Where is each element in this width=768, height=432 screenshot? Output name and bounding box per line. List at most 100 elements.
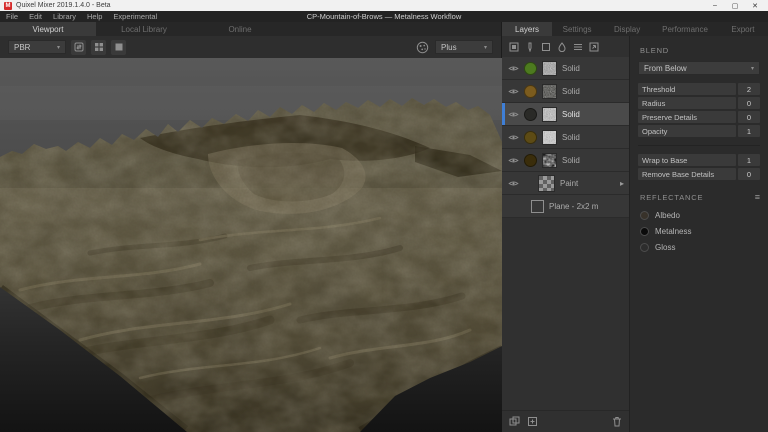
add-adjustment-layer-icon[interactable] <box>572 41 584 53</box>
tab-display[interactable]: Display <box>602 22 652 36</box>
layer-row[interactable]: Solid <box>502 149 629 172</box>
hamburger-icon[interactable]: ≡ <box>755 192 760 202</box>
app-logo-icon: M <box>4 2 12 10</box>
preserve-details-value[interactable]: 0 <box>738 111 760 123</box>
layer-color-swatch[interactable] <box>524 108 537 121</box>
tab-local-library[interactable]: Local Library <box>96 22 192 36</box>
layer-color-swatch[interactable] <box>524 131 537 144</box>
close-button[interactable]: ✕ <box>746 1 764 11</box>
channel-gloss[interactable]: Gloss <box>640 240 760 254</box>
layer-name: Solid <box>562 156 580 165</box>
channel-metalness[interactable]: Metalness <box>640 224 760 238</box>
mesh-plane-icon <box>531 200 544 213</box>
reflectance-section-header: REFLECTANCE ≡ <box>640 192 760 202</box>
radius-field: Radius 0 <box>638 97 760 109</box>
layers-panel: Solid Solid <box>502 36 630 432</box>
swap-view-button[interactable] <box>71 40 86 55</box>
layer-list-empty-area <box>502 218 629 410</box>
tab-online[interactable]: Online <box>192 22 288 36</box>
eye-icon[interactable] <box>507 180 519 187</box>
import-layer-icon[interactable] <box>588 41 600 53</box>
layer-row-selected[interactable]: Solid <box>502 103 629 126</box>
opacity-slider[interactable]: Opacity <box>638 125 736 137</box>
wrap-to-base-slider[interactable]: Wrap to Base <box>638 154 736 166</box>
window-title: Quixel Mixer 2019.1.4.0 - Beta <box>16 2 111 9</box>
threshold-field: Threshold 2 <box>638 83 760 95</box>
add-liquid-layer-icon[interactable] <box>556 41 568 53</box>
shading-mode-select[interactable]: PBR ▾ <box>8 40 66 54</box>
channel-albedo[interactable]: Albedo <box>640 208 760 222</box>
blend-section-header: BLEND <box>640 46 760 55</box>
eye-icon[interactable] <box>507 65 519 72</box>
albedo-swatch <box>640 211 649 220</box>
wrap-to-base-field: Wrap to Base 1 <box>638 154 760 166</box>
chevron-right-icon[interactable]: ▸ <box>620 179 624 188</box>
panel-tabbar: Layers Settings Display Performance Expo… <box>502 22 768 36</box>
add-paint-layer-icon[interactable] <box>524 41 536 53</box>
menu-file[interactable]: File <box>6 12 18 21</box>
new-group-icon[interactable] <box>508 416 520 428</box>
duplicate-layer-icon[interactable] <box>526 416 538 428</box>
layer-thumbnail <box>542 61 557 76</box>
threshold-value[interactable]: 2 <box>738 83 760 95</box>
eye-icon[interactable] <box>507 134 519 141</box>
minimize-button[interactable]: – <box>706 1 724 11</box>
add-surface-layer-icon[interactable] <box>508 41 520 53</box>
layer-row[interactable]: Solid <box>502 80 629 103</box>
radius-slider[interactable]: Radius <box>638 97 736 109</box>
opacity-value[interactable]: 1 <box>738 125 760 137</box>
tab-layers[interactable]: Layers <box>502 22 552 36</box>
tab-performance[interactable]: Performance <box>652 22 718 36</box>
chevron-down-icon: ▾ <box>751 65 754 72</box>
menu-experimental[interactable]: Experimental <box>113 12 157 21</box>
eye-icon[interactable] <box>507 111 519 118</box>
layer-name: Solid <box>562 87 580 96</box>
layer-name: Solid <box>562 64 580 73</box>
layer-row-mesh[interactable]: Plane - 2x2 m <box>502 195 629 218</box>
environment-select[interactable]: Plus ▾ <box>435 40 493 54</box>
threshold-slider[interactable]: Threshold <box>638 83 736 95</box>
maximize-button[interactable]: ▢ <box>726 1 744 11</box>
radius-value[interactable]: 0 <box>738 97 760 109</box>
layer-name: Paint <box>560 179 578 188</box>
viewport-toolbar: PBR ▾ Plus ▾ <box>0 36 501 58</box>
layer-row[interactable]: Solid <box>502 126 629 149</box>
layer-thumbnail <box>542 153 557 168</box>
paint-layer-thumbnail <box>538 175 555 192</box>
metalness-swatch <box>640 227 649 236</box>
remove-base-details-field: Remove Base Details 0 <box>638 168 760 180</box>
remove-base-details-slider[interactable]: Remove Base Details <box>638 168 736 180</box>
wrap-to-base-value[interactable]: 1 <box>738 154 760 166</box>
environment-sphere-icon[interactable] <box>415 40 430 55</box>
split-view-button[interactable] <box>91 40 106 55</box>
single-view-button[interactable] <box>111 40 126 55</box>
remove-base-details-value[interactable]: 0 <box>738 168 760 180</box>
viewport-tabbar: Viewport Local Library Online <box>0 22 501 36</box>
tab-viewport[interactable]: Viewport <box>0 22 96 36</box>
quixel-mixer-window: M Quixel Mixer 2019.1.4.0 - Beta – ▢ ✕ C… <box>0 0 768 432</box>
blend-mode-select[interactable]: From Below ▾ <box>638 61 760 75</box>
menu-library[interactable]: Library <box>53 12 76 21</box>
layer-color-swatch[interactable] <box>524 154 537 167</box>
viewport-3d[interactable] <box>0 58 501 432</box>
opacity-field: Opacity 1 <box>638 125 760 137</box>
layer-row[interactable]: Solid <box>502 57 629 80</box>
eye-icon[interactable] <box>507 88 519 95</box>
menu-help[interactable]: Help <box>87 12 102 21</box>
preserve-details-slider[interactable]: Preserve Details <box>638 111 736 123</box>
section-divider <box>638 145 760 146</box>
layer-color-swatch[interactable] <box>524 62 537 75</box>
titlebar: M Quixel Mixer 2019.1.4.0 - Beta – ▢ ✕ <box>0 0 768 11</box>
menubar: CP-Mountain-of-Brows — Metalness Workflo… <box>0 11 768 22</box>
layer-color-swatch[interactable] <box>524 85 537 98</box>
layer-row-paint[interactable]: Paint ▸ <box>502 172 629 195</box>
menu-edit[interactable]: Edit <box>29 12 42 21</box>
add-solid-layer-icon[interactable] <box>540 41 552 53</box>
layer-thumbnail <box>542 107 557 122</box>
trash-icon[interactable] <box>611 416 623 428</box>
tab-export[interactable]: Export <box>718 22 768 36</box>
layer-thumbnail <box>542 84 557 99</box>
eye-icon[interactable] <box>507 157 519 164</box>
layer-name: Plane - 2x2 m <box>549 202 598 211</box>
tab-settings[interactable]: Settings <box>552 22 602 36</box>
